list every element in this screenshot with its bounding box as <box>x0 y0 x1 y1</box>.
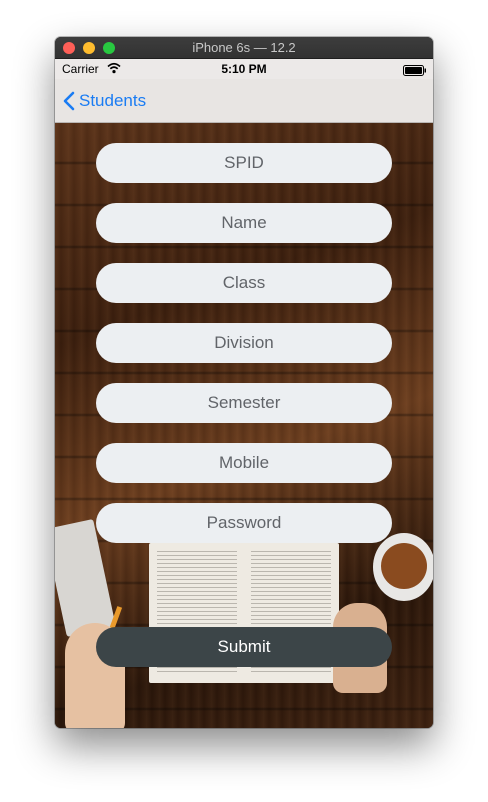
status-bar: Carrier 5:10 PM <box>55 59 433 79</box>
battery-icon <box>403 65 426 76</box>
mobile-field[interactable] <box>96 443 392 483</box>
device-screen: Carrier 5:10 PM Students SPID Name Class… <box>55 59 433 728</box>
division-field[interactable] <box>96 323 392 363</box>
spid-field[interactable] <box>96 143 392 183</box>
chevron-left-icon <box>63 91 75 111</box>
navigation-bar: Students <box>55 79 433 123</box>
password-field[interactable] <box>96 503 392 543</box>
window-titlebar: iPhone 6s — 12.2 <box>55 37 433 59</box>
simulator-window: iPhone 6s — 12.2 Carrier 5:10 PM Student… <box>55 37 433 728</box>
background-coffee-cup <box>373 533 433 601</box>
back-button[interactable]: Students <box>63 88 146 114</box>
submit-button[interactable]: Submit <box>96 627 392 667</box>
class-field[interactable] <box>96 263 392 303</box>
semester-field[interactable] <box>96 383 392 423</box>
back-button-label: Students <box>79 91 147 110</box>
window-title: iPhone 6s — 12.2 <box>192 40 296 55</box>
status-time: 5:10 PM <box>221 62 267 76</box>
name-field[interactable] <box>96 203 392 243</box>
form-background: Submit <box>55 123 433 728</box>
